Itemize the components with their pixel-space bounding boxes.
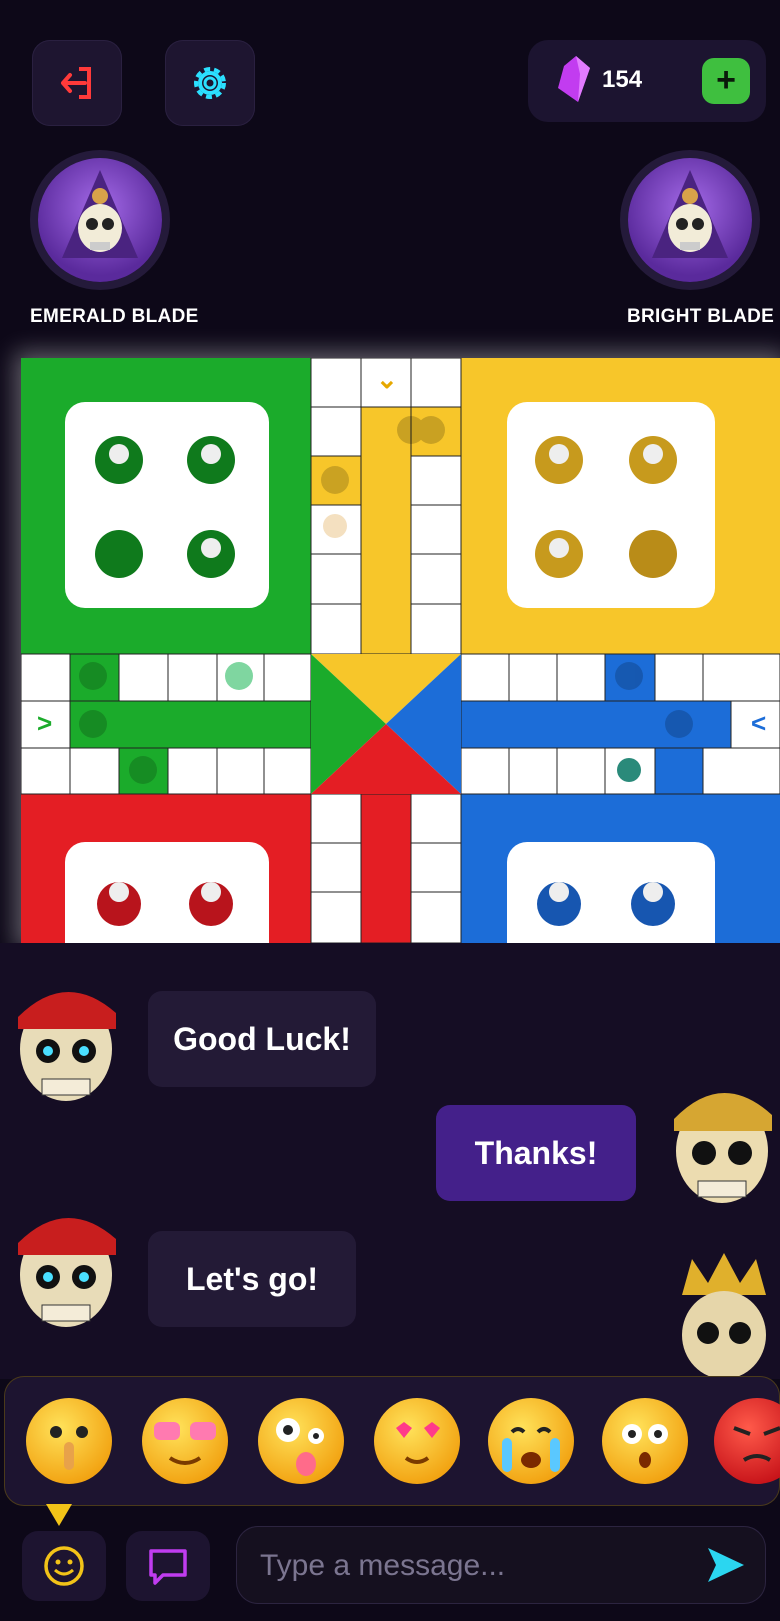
chat-message-left: Let's go! bbox=[148, 1231, 356, 1327]
exit-button[interactable] bbox=[32, 40, 122, 126]
gold-bandana-skull-avatar bbox=[674, 1092, 772, 1203]
gem-count: 154 bbox=[602, 66, 643, 93]
crying-face-emoji[interactable] bbox=[488, 1398, 574, 1484]
emoji-tray bbox=[4, 1376, 780, 1506]
add-gems-button[interactable]: + bbox=[702, 58, 750, 104]
arrow-down-icon: ⌄ bbox=[376, 364, 398, 394]
hooded-skull-avatar bbox=[62, 170, 138, 258]
exit-icon bbox=[61, 67, 91, 99]
player-avatar-left[interactable] bbox=[38, 158, 162, 282]
angry-face-emoji[interactable] bbox=[714, 1398, 780, 1484]
arrow-left-icon: < bbox=[751, 708, 767, 738]
player-avatar-right[interactable] bbox=[628, 158, 752, 282]
player-name-right: BRIGHT BLADE bbox=[627, 306, 775, 327]
red-bandana-skull-avatar bbox=[18, 991, 116, 1101]
smiley-icon bbox=[44, 1546, 84, 1586]
heart-eyes-face-emoji[interactable] bbox=[374, 1398, 460, 1484]
gear-icon bbox=[194, 67, 226, 99]
send-icon[interactable] bbox=[706, 1546, 746, 1584]
ludo-board[interactable]: ⌄ > < bbox=[21, 358, 780, 943]
shush-face-emoji[interactable] bbox=[26, 1398, 112, 1484]
gem-balance: 154 + bbox=[528, 40, 766, 122]
board-graphic bbox=[21, 358, 780, 943]
surprised-face-emoji[interactable] bbox=[602, 1398, 688, 1484]
chat-panel: Good Luck! Thanks! Let's go! bbox=[0, 943, 780, 1379]
heart-glasses-face-emoji[interactable] bbox=[142, 1398, 228, 1484]
tray-pointer-icon bbox=[46, 1504, 72, 1526]
settings-button[interactable] bbox=[165, 40, 255, 126]
crazy-face-emoji[interactable] bbox=[258, 1398, 344, 1484]
chat-message-left: Good Luck! bbox=[148, 991, 376, 1087]
red-bandana-skull-avatar bbox=[18, 1217, 116, 1327]
message-input[interactable] bbox=[258, 1540, 682, 1592]
chat-bubble-icon bbox=[149, 1549, 187, 1585]
hooded-skull-avatar bbox=[652, 170, 728, 258]
arrow-right-icon: > bbox=[37, 708, 53, 738]
gem-icon bbox=[558, 56, 590, 102]
chat-button[interactable] bbox=[126, 1531, 210, 1601]
player-name-left: EMERALD BLADE bbox=[30, 306, 199, 327]
chat-message-right: Thanks! bbox=[436, 1105, 636, 1201]
message-box bbox=[236, 1526, 766, 1604]
emoji-button[interactable] bbox=[22, 1531, 106, 1601]
crowned-skull-avatar bbox=[682, 1253, 766, 1379]
